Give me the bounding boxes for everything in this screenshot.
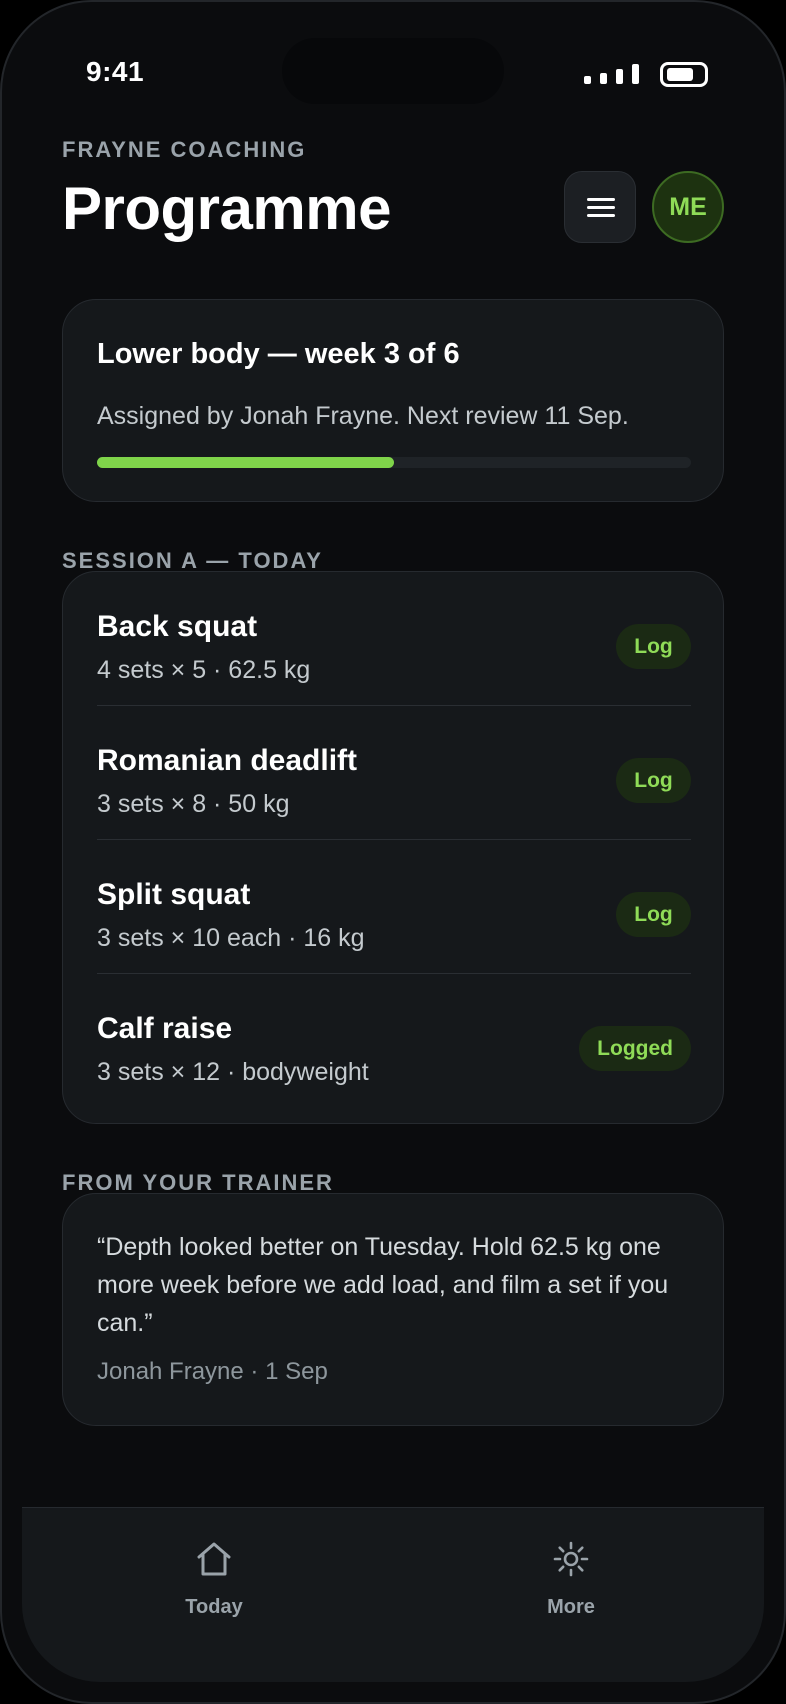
page-title: Programme <box>62 175 391 242</box>
exercise-row: Back squat 4 sets × 5 · 62.5 kg Log <box>97 572 691 706</box>
exercise-detail: 3 sets × 10 each · 16 kg <box>97 924 365 952</box>
exercise-row: Split squat 3 sets × 10 each · 16 kg Log <box>97 840 691 974</box>
logged-badge[interactable]: Logged <box>579 1026 691 1071</box>
trainer-quote: “Depth looked better on Tuesday. Hold 62… <box>97 1233 669 1337</box>
dynamic-island <box>282 38 504 104</box>
exercise-name: Calf raise <box>97 1012 233 1045</box>
trainer-quote-meta: Jonah Frayne · 1 Sep <box>97 1358 328 1385</box>
exercise-name: Split squat <box>97 878 251 911</box>
programme-card: Lower body — week 3 of 6 Assigned by Jon… <box>62 299 724 502</box>
exercise-name: Romanian deadlift <box>97 744 358 777</box>
trainer-note-card: “Depth looked better on Tuesday. Hold 62… <box>62 1193 724 1426</box>
programme-subtitle: Assigned by Jonah Frayne. Next review 11… <box>97 402 629 430</box>
battery-icon <box>660 62 708 87</box>
home-icon <box>197 1542 231 1576</box>
avatar[interactable]: ME <box>652 171 724 243</box>
brand-eyebrow: FRAYNE COACHING <box>62 137 307 162</box>
programme-progress-bar <box>97 457 691 468</box>
status-time: 9:41 <box>86 56 145 87</box>
exercise-name: Back squat <box>97 610 258 643</box>
log-button[interactable]: Log <box>616 758 691 803</box>
tab-bar: Today More <box>22 1507 764 1682</box>
signal-icon <box>584 64 640 84</box>
phone-screen: 9:41 FRAYNE COACHING Programme ME Lower … <box>0 0 786 1704</box>
tab-label: More <box>547 1596 595 1618</box>
log-button[interactable]: Log <box>616 892 691 937</box>
menu-button[interactable] <box>564 171 636 243</box>
exercise-row: Calf raise 3 sets × 12 · bodyweight Logg… <box>97 974 691 1108</box>
exercise-row: Romanian deadlift 3 sets × 8 · 50 kg Log <box>97 706 691 840</box>
exercise-detail: 4 sets × 5 · 62.5 kg <box>97 656 311 684</box>
exercise-detail: 3 sets × 8 · 50 kg <box>97 790 290 818</box>
exercise-detail: 3 sets × 12 · bodyweight <box>97 1058 369 1086</box>
programme-progress-fill <box>97 457 394 468</box>
gear-icon <box>553 1541 589 1577</box>
tab-label: Today <box>185 1596 243 1618</box>
tab-today[interactable]: Today <box>114 1508 314 1638</box>
session-card: Back squat 4 sets × 5 · 62.5 kg Log Roma… <box>62 571 724 1124</box>
programme-title: Lower body — week 3 of 6 <box>97 338 460 370</box>
tab-more[interactable]: More <box>471 1508 671 1638</box>
status-bar: 9:41 <box>0 0 786 150</box>
log-button[interactable]: Log <box>616 624 691 669</box>
